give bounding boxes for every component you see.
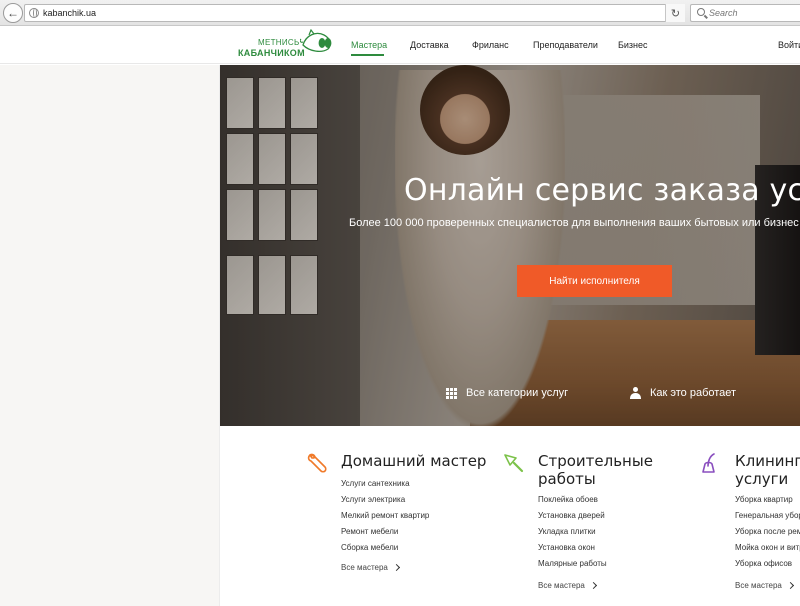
- nav-delivery[interactable]: Доставка: [410, 40, 449, 50]
- chevron-right-icon: [589, 581, 597, 590]
- hero-subtitle: Более 100 000 проверенных специалистов д…: [349, 217, 800, 229]
- left-blank-panel: [0, 65, 220, 606]
- browser-toolbar: ← kabanchik.ua ↻: [0, 0, 800, 26]
- category-item[interactable]: Генеральная уборка: [735, 508, 800, 524]
- category-title[interactable]: Строительные работы: [538, 452, 663, 488]
- chevron-right-icon: [392, 563, 400, 572]
- nav-teachers[interactable]: Преподаватели: [533, 40, 598, 50]
- hero-title: Онлайн сервис заказа услуг: [404, 173, 800, 208]
- search-icon: [697, 8, 705, 16]
- category-item[interactable]: Услуги сантехника: [341, 476, 429, 492]
- globe-icon: [29, 8, 39, 18]
- grid-icon: [446, 387, 457, 399]
- how-it-works-label: Как это работает: [650, 387, 737, 399]
- pig-icon: [300, 29, 332, 52]
- category-title[interactable]: Домашний мастер: [341, 452, 491, 470]
- category-item[interactable]: Малярные работы: [538, 556, 607, 572]
- see-all-label: Все мастера: [538, 581, 585, 590]
- category-item[interactable]: Уборка квартир: [735, 492, 800, 508]
- category-cleaning: Клининговые услуги Уборка квартир Генера…: [700, 450, 800, 606]
- reload-icon: ↻: [670, 7, 681, 20]
- nav-business[interactable]: Бизнес: [618, 40, 648, 50]
- category-item[interactable]: Уборка после ремонта: [735, 524, 800, 540]
- category-item[interactable]: Установка дверей: [538, 508, 607, 524]
- see-all-label: Все мастера: [735, 581, 782, 590]
- vacuum-icon: [702, 453, 715, 473]
- see-all-link[interactable]: Все мастера: [735, 581, 794, 590]
- search-input[interactable]: [709, 6, 797, 20]
- see-all-link[interactable]: Все мастера: [538, 581, 597, 590]
- login-link[interactable]: Войти: [778, 40, 800, 50]
- back-button[interactable]: ←: [3, 3, 23, 23]
- see-all-link[interactable]: Все мастера: [341, 563, 400, 572]
- nav-masters[interactable]: Мастера: [351, 40, 387, 50]
- category-item[interactable]: Поклейка обоев: [538, 492, 607, 508]
- category-item[interactable]: Укладка плитки: [538, 524, 607, 540]
- browser-search-box[interactable]: [690, 4, 800, 22]
- logo-bottom-text: КАБАНЧИКОМ: [238, 48, 305, 58]
- url-text[interactable]: kabanchik.ua: [43, 8, 96, 18]
- wrench-icon: [307, 453, 327, 473]
- nav-freelance[interactable]: Фриланс: [472, 40, 509, 50]
- address-bar[interactable]: kabanchik.ua: [24, 4, 685, 22]
- category-item[interactable]: Мелкий ремонт квартир: [341, 508, 429, 524]
- see-all-label: Все мастера: [341, 563, 388, 572]
- hero-overlay: [220, 65, 800, 426]
- how-it-works-link[interactable]: Как это работает: [630, 387, 736, 399]
- category-item[interactable]: Установка окон: [538, 540, 607, 556]
- trowel-icon: [504, 454, 524, 473]
- reload-button[interactable]: ↻: [665, 4, 685, 22]
- person-icon: [630, 387, 641, 399]
- find-performer-button[interactable]: Найти исполнителя: [517, 265, 672, 297]
- category-item[interactable]: Уборка офисов: [735, 556, 800, 572]
- site-logo[interactable]: МЕТНИСЬ КАБАНЧИКОМ: [236, 29, 336, 59]
- category-item[interactable]: Ремонт мебели: [341, 524, 429, 540]
- active-nav-indicator: [351, 54, 384, 56]
- category-item[interactable]: Мойка окон и витрин: [735, 540, 800, 556]
- hero-banner: Онлайн сервис заказа услуг Более 100 000…: [220, 65, 800, 426]
- chevron-right-icon: [786, 581, 794, 590]
- site-header: МЕТНИСЬ КАБАНЧИКОМ Мастера Доставка Фрил…: [0, 26, 800, 64]
- all-categories-link[interactable]: Все категории услуг: [446, 387, 568, 399]
- category-item[interactable]: Услуги электрика: [341, 492, 429, 508]
- logo-top-text: МЕТНИСЬ: [258, 38, 300, 47]
- arrow-left-icon: ←: [7, 6, 19, 20]
- all-categories-label: Все категории услуг: [466, 387, 569, 399]
- category-title[interactable]: Клининговые услуги: [735, 452, 800, 488]
- category-item[interactable]: Сборка мебели: [341, 540, 429, 556]
